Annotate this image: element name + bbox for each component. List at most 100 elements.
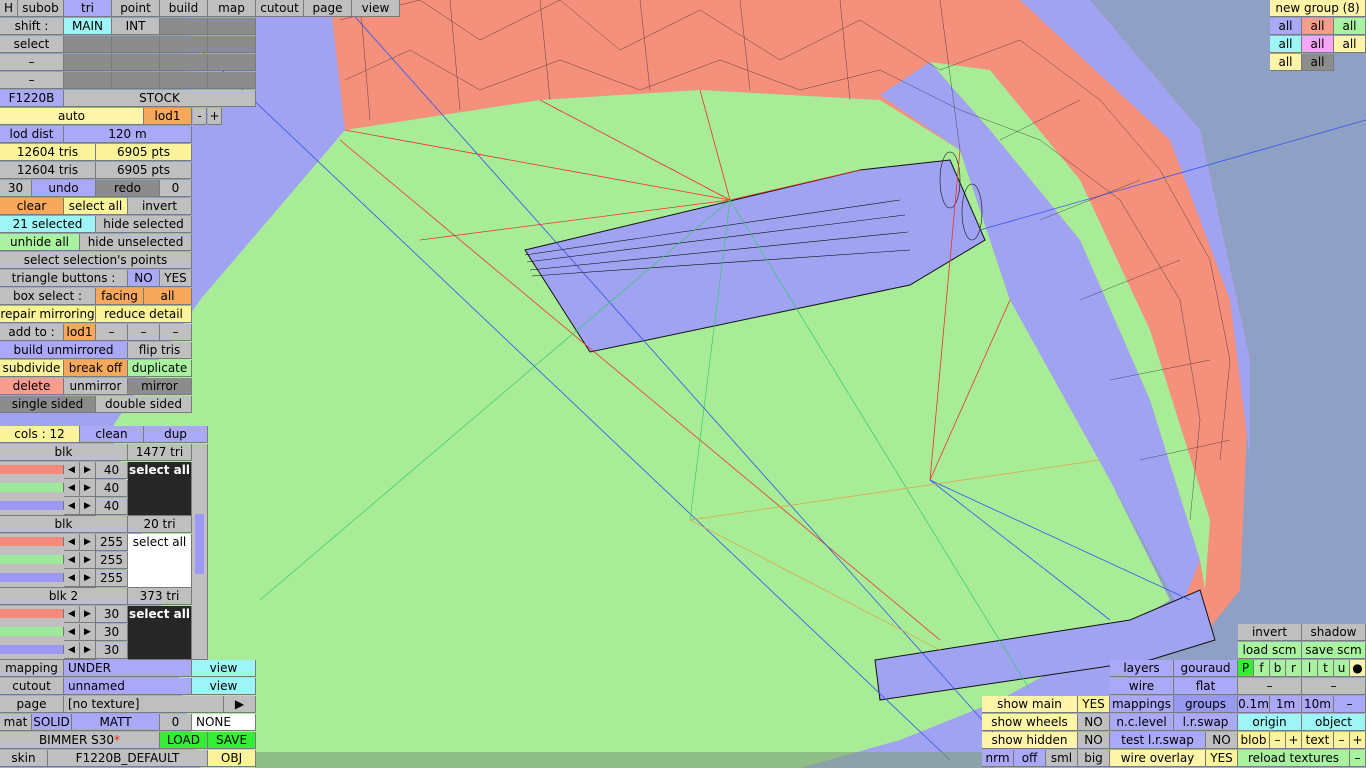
menu-build[interactable]: build (160, 0, 208, 17)
mirror-button[interactable]: mirror (128, 378, 192, 395)
car-name-button[interactable]: BIMMER S30* (0, 732, 160, 749)
empty-slot[interactable] (64, 72, 112, 89)
empty-slot[interactable] (208, 18, 256, 35)
arrow-left-icon[interactable]: ◀ (64, 624, 80, 641)
select-points-button[interactable]: select selection's points (0, 252, 192, 269)
menu-point[interactable]: point (112, 0, 160, 17)
arrow-right-icon[interactable]: ▶ (80, 606, 96, 623)
layer-dot-icon[interactable]: ● (1350, 660, 1366, 677)
menu-cutout[interactable]: cutout (256, 0, 304, 17)
green-value[interactable]: 40 (96, 480, 128, 497)
lr-swap-button[interactable]: l.r.swap (1174, 714, 1238, 731)
arrow-left-icon[interactable]: ◀ (64, 498, 80, 515)
empty-slot[interactable] (208, 36, 256, 53)
lod-dist-value[interactable]: 120 m (64, 126, 192, 143)
arrow-left-icon[interactable]: ◀ (64, 552, 80, 569)
clean-button[interactable]: clean (80, 426, 144, 443)
save-button[interactable]: SAVE (208, 732, 256, 749)
hide-selected-button[interactable]: hide selected (96, 216, 192, 233)
color-swatch-select-all[interactable]: select all (128, 534, 192, 588)
mapping-value[interactable]: UNDER (64, 660, 192, 677)
load-button[interactable]: LOAD (160, 732, 208, 749)
hide-unselected-button[interactable]: hide unselected (80, 234, 192, 251)
triangle-buttons-no[interactable]: NO (128, 270, 160, 287)
dist-01m-button[interactable]: 0.1m (1238, 696, 1270, 713)
menu-view[interactable]: view (352, 0, 400, 17)
show-main-yes[interactable]: YES (1078, 696, 1110, 713)
empty-slot[interactable] (208, 54, 256, 71)
add-to-slot[interactable]: – (160, 324, 192, 341)
select-all-button[interactable]: select all (64, 198, 128, 215)
arrow-right-icon[interactable]: ▶ (80, 642, 96, 659)
text-minus-button[interactable]: – (1334, 732, 1350, 749)
mapping-view-button[interactable]: view (192, 660, 256, 677)
layer-r-toggle[interactable]: r (1286, 660, 1302, 677)
color-list-scrollbar[interactable] (192, 444, 208, 660)
layer-p-toggle[interactable]: P (1238, 660, 1254, 677)
blue-value[interactable]: 40 (96, 498, 128, 515)
cutout-value[interactable]: unnamed (64, 678, 192, 695)
test-lr-swap-no[interactable]: NO (1206, 732, 1238, 749)
origin-button[interactable]: origin (1238, 714, 1302, 731)
red-value[interactable]: 40 (96, 462, 128, 479)
group-all-pink[interactable]: all (1302, 36, 1334, 53)
nc-level-button[interactable]: n.c.level (1110, 714, 1174, 731)
layers-button[interactable]: layers (1110, 660, 1174, 677)
empty-slot[interactable] (112, 36, 160, 53)
layer-t-toggle[interactable]: t (1318, 660, 1334, 677)
arrow-left-icon[interactable]: ◀ (64, 462, 80, 479)
menu-h[interactable]: H (0, 0, 18, 17)
arrow-left-icon[interactable]: ◀ (64, 606, 80, 623)
color-group-name[interactable]: blk (0, 444, 128, 461)
duplicate-button[interactable]: duplicate (128, 360, 192, 377)
new-group-button[interactable]: new group (8) (1270, 0, 1366, 17)
text-button[interactable]: text (1302, 732, 1334, 749)
blue-value[interactable]: 30 (96, 642, 128, 659)
add-to-slot[interactable]: – (128, 324, 160, 341)
int-button[interactable]: INT (112, 18, 160, 35)
arrow-left-icon[interactable]: ◀ (64, 642, 80, 659)
blob-plus-button[interactable]: + (1286, 732, 1302, 749)
color-group-name[interactable]: blk (0, 516, 128, 533)
green-value[interactable]: 30 (96, 624, 128, 641)
red-value[interactable]: 30 (96, 606, 128, 623)
save-scm-button[interactable]: save scm (1302, 642, 1366, 659)
arrow-left-icon[interactable]: ◀ (64, 570, 80, 587)
color-group-name[interactable]: blk 2 (0, 588, 128, 605)
flat-button[interactable]: flat (1174, 678, 1238, 695)
mat-none-value[interactable]: NONE (192, 714, 256, 731)
group-all-red[interactable]: all (1302, 18, 1334, 35)
load-scm-button[interactable]: load scm (1238, 642, 1302, 659)
dist-dash-button[interactable]: – (1334, 696, 1366, 713)
red-value[interactable]: 255 (96, 534, 128, 551)
build-unmirrored-button[interactable]: build unmirrored (0, 342, 128, 359)
unhide-all-button[interactable]: unhide all (0, 234, 80, 251)
add-to-lod1-button[interactable]: lod1 (64, 324, 96, 341)
menu-subob[interactable]: subob (18, 0, 64, 17)
lod-plus-button[interactable]: + (208, 108, 222, 125)
wire-overlay-yes[interactable]: YES (1206, 750, 1238, 767)
show-hidden-no[interactable]: NO (1078, 732, 1110, 749)
page-texture-value[interactable]: [no texture] (64, 696, 224, 713)
arrow-left-icon[interactable]: ◀ (64, 534, 80, 551)
facing-button[interactable]: facing (96, 288, 144, 305)
empty-slot[interactable] (64, 36, 112, 53)
blue-value[interactable]: 255 (96, 570, 128, 587)
show-wheels-no[interactable]: NO (1078, 714, 1110, 731)
arrow-right-icon[interactable]: ▶ (80, 552, 96, 569)
group-all-cyan[interactable]: all (1270, 36, 1302, 53)
dist-10m-button[interactable]: 10m (1302, 696, 1334, 713)
double-sided-button[interactable]: double sided (96, 396, 192, 413)
layer-f-toggle[interactable]: f (1254, 660, 1270, 677)
add-to-slot[interactable]: – (96, 324, 128, 341)
dash-slot[interactable]: – (1302, 678, 1366, 695)
object-button[interactable]: object (1302, 714, 1366, 731)
empty-slot[interactable] (112, 54, 160, 71)
empty-slot[interactable] (160, 36, 208, 53)
mat-number[interactable]: 0 (160, 714, 192, 731)
empty-slot[interactable] (208, 72, 256, 89)
menu-map[interactable]: map (208, 0, 256, 17)
wire-button[interactable]: wire (1110, 678, 1174, 695)
green-value[interactable]: 255 (96, 552, 128, 569)
triangle-buttons-yes[interactable]: YES (160, 270, 192, 287)
